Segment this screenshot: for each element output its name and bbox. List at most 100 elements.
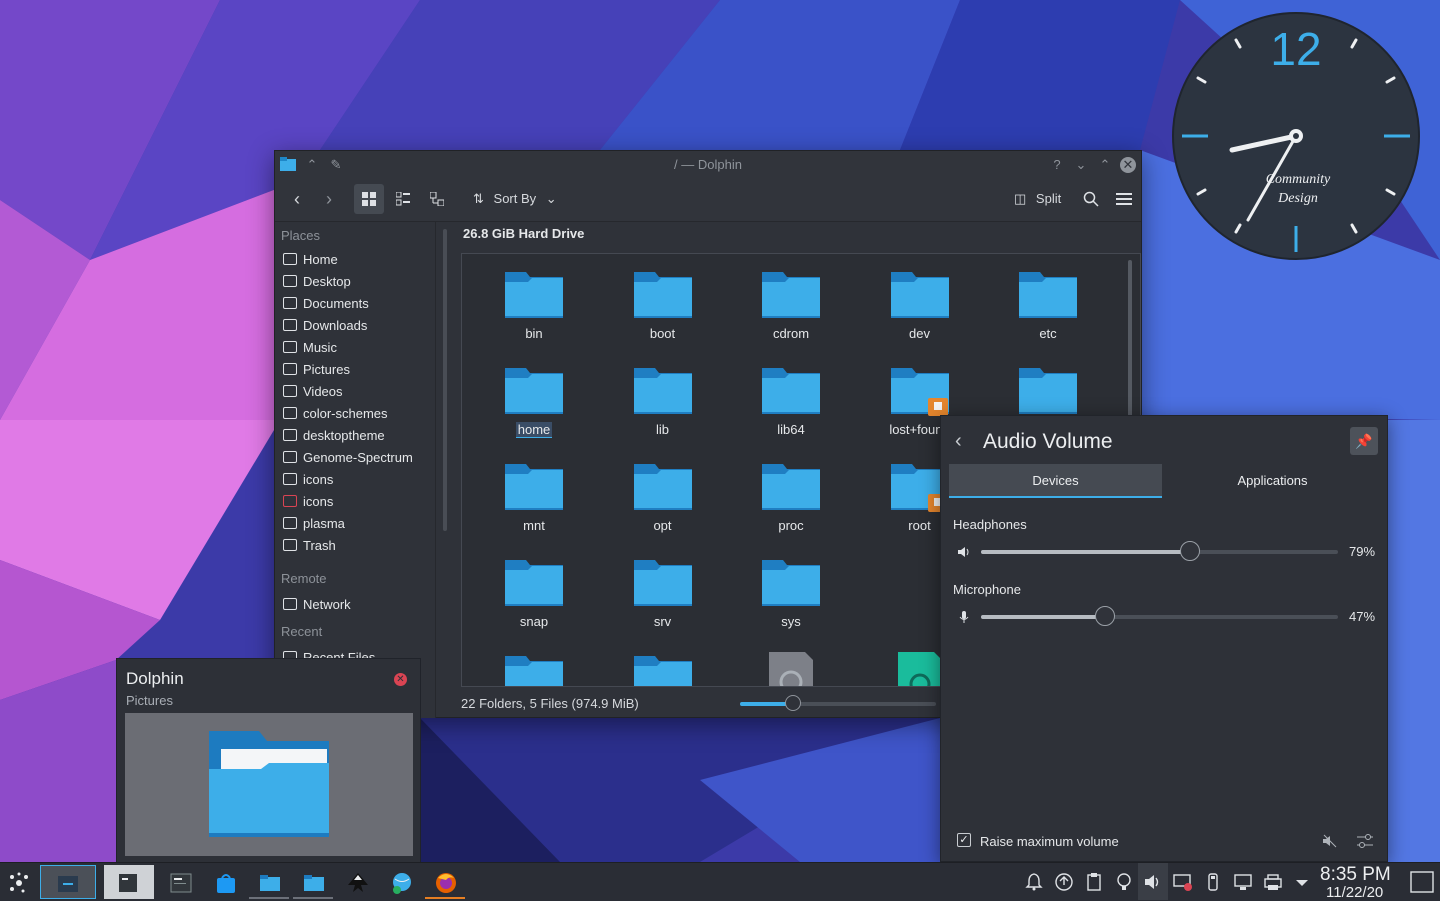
microphone-icon[interactable] — [957, 610, 971, 624]
close-icon[interactable]: ✕ — [1120, 157, 1136, 173]
sidebar-item-plasma[interactable]: plasma — [283, 513, 433, 535]
sidebar-item-desktop[interactable]: Desktop — [283, 271, 433, 293]
task-inkscape[interactable] — [337, 865, 377, 899]
sidebar-item-pictures[interactable]: Pictures — [283, 359, 433, 381]
taskbar-clock-date[interactable]: 11/22/20 — [1326, 884, 1383, 901]
maximize-icon[interactable]: ⌃ — [1096, 156, 1114, 174]
icons-view-button[interactable] — [354, 184, 384, 214]
updates-icon[interactable] — [1054, 872, 1074, 892]
disk-image-file[interactable] — [736, 652, 846, 686]
window-thumbnail[interactable] — [125, 713, 413, 856]
help-icon[interactable]: ? — [1048, 156, 1066, 174]
compact-view-button[interactable] — [388, 184, 418, 214]
application-launcher[interactable] — [0, 865, 38, 899]
tab-applications[interactable]: Applications — [1166, 464, 1379, 498]
printer-icon[interactable] — [1263, 872, 1283, 892]
task-discover[interactable] — [205, 865, 245, 899]
show-hidden-icons-chevron[interactable] — [1292, 872, 1312, 892]
places-scrollbar[interactable] — [443, 229, 447, 531]
split-button[interactable]: ◫ Split — [1010, 184, 1066, 214]
task-network-app[interactable] — [381, 865, 421, 899]
folder-item[interactable]: cdrom — [736, 268, 846, 343]
folder-item[interactable]: boot — [608, 268, 718, 343]
notifications-bell-icon[interactable] — [1024, 872, 1044, 892]
sidebar-item-genome-spectrum[interactable]: Genome-Spectrum — [283, 447, 433, 469]
headphones-volume-handle[interactable] — [1179, 541, 1200, 561]
task-dolphin[interactable] — [249, 865, 289, 899]
folder-item[interactable] — [479, 652, 589, 686]
sidebar-item-color-schemes[interactable]: color-schemes — [283, 403, 433, 425]
sidebar-item-home[interactable]: Home — [283, 249, 433, 271]
hamburger-menu-button[interactable] — [1111, 184, 1137, 214]
task-terminal[interactable] — [104, 865, 154, 899]
audio-settings-icon[interactable] — [1356, 833, 1374, 849]
zoom-slider[interactable] — [740, 695, 936, 711]
sidebar-item-network[interactable]: Network — [283, 594, 433, 616]
folder-item[interactable]: etc — [993, 268, 1103, 343]
task-firefox[interactable] — [425, 865, 465, 899]
sidebar-item-documents[interactable]: Documents — [283, 293, 433, 315]
sidebar-item-music[interactable]: Music — [283, 337, 433, 359]
folder-item[interactable]: dev — [865, 268, 975, 343]
raise-max-volume-checkbox[interactable]: ✓ — [957, 833, 971, 847]
sort-by-button[interactable]: ⇅ Sort By ⌄ — [471, 184, 565, 214]
folder-item[interactable]: snap — [479, 556, 589, 631]
sidebar-item-downloads[interactable]: Downloads — [283, 315, 433, 337]
sidebar-item-icons[interactable]: icons — [283, 469, 433, 491]
folder-name: bin — [525, 326, 543, 341]
sidebar-item-desktoptheme[interactable]: desktoptheme — [283, 425, 433, 447]
sidebar-item-videos[interactable]: Videos — [283, 381, 433, 403]
minimize-icon[interactable]: ⌄ — [1072, 156, 1090, 174]
file-view-scrollbar[interactable] — [1128, 260, 1132, 420]
sidebar-item-label: Home — [303, 252, 338, 267]
folder-item[interactable]: proc — [736, 460, 846, 535]
mute-all-icon[interactable] — [1322, 833, 1338, 849]
folder-name: lib64 — [777, 422, 805, 437]
folder-name: sys — [781, 614, 801, 629]
folder-icon — [762, 368, 820, 414]
details-view-button[interactable] — [422, 184, 452, 214]
microphone-volume-handle[interactable] — [1095, 606, 1116, 626]
folder-item[interactable]: opt — [608, 460, 718, 535]
folder-name: root — [908, 518, 931, 533]
places-panel: Places Home Desktop Documents Downloads Musi… — [275, 222, 436, 718]
back-arrow-icon[interactable]: ‹ — [955, 430, 962, 453]
folder-item[interactable]: srv — [608, 556, 718, 631]
folder-item[interactable]: bin — [479, 268, 589, 343]
network-wired-icon[interactable] — [1233, 872, 1253, 892]
clipboard-icon[interactable] — [1084, 872, 1104, 892]
folder-item[interactable] — [608, 652, 718, 686]
back-button[interactable]: ‹ — [283, 184, 311, 214]
sidebar-item-icons[interactable]: icons — [283, 491, 433, 513]
folder-item[interactable]: mnt — [479, 460, 589, 535]
display-disconnected-icon[interactable] — [1173, 872, 1193, 892]
task-dolphin-window[interactable] — [40, 865, 96, 899]
taskbar-clock-time[interactable]: 8:35 PM — [1320, 864, 1391, 886]
task-konsole[interactable] — [160, 865, 200, 899]
show-desktop-icon[interactable] — [1410, 871, 1434, 893]
tab-devices[interactable]: Devices — [949, 464, 1162, 498]
folder-item[interactable]: lib64 — [736, 364, 846, 439]
clock-brand-line2: Design — [1277, 191, 1318, 206]
speaker-icon[interactable] — [957, 545, 971, 559]
pictures-icon — [283, 363, 297, 375]
headphones-volume-slider[interactable] — [981, 541, 1338, 561]
window-titlebar[interactable]: ⌃ ✎ / — Dolphin ? ⌄ ⌃ ✕ — [275, 151, 1141, 179]
sidebar-item-label: desktoptheme — [303, 428, 385, 443]
folder-item[interactable]: sys — [736, 556, 846, 631]
zoom-slider-handle[interactable] — [784, 695, 801, 711]
microphone-volume-slider[interactable] — [981, 606, 1338, 626]
volume-icon[interactable] — [1143, 872, 1163, 892]
sidebar-item-label: Desktop — [303, 274, 351, 289]
folder-item[interactable]: home — [479, 364, 589, 439]
forward-button[interactable]: › — [315, 184, 343, 214]
search-button[interactable] — [1078, 184, 1104, 214]
kde-launcher-icon — [10, 872, 28, 893]
folder-item[interactable]: lib — [608, 364, 718, 439]
usb-device-icon[interactable] — [1203, 872, 1223, 892]
sidebar-item-trash[interactable]: Trash — [283, 535, 433, 557]
close-window-icon[interactable]: ✕ — [394, 673, 407, 686]
night-color-icon[interactable] — [1114, 872, 1134, 892]
pin-popup-button[interactable]: 📌 — [1350, 427, 1378, 455]
task-dolphin-2[interactable] — [293, 865, 333, 899]
